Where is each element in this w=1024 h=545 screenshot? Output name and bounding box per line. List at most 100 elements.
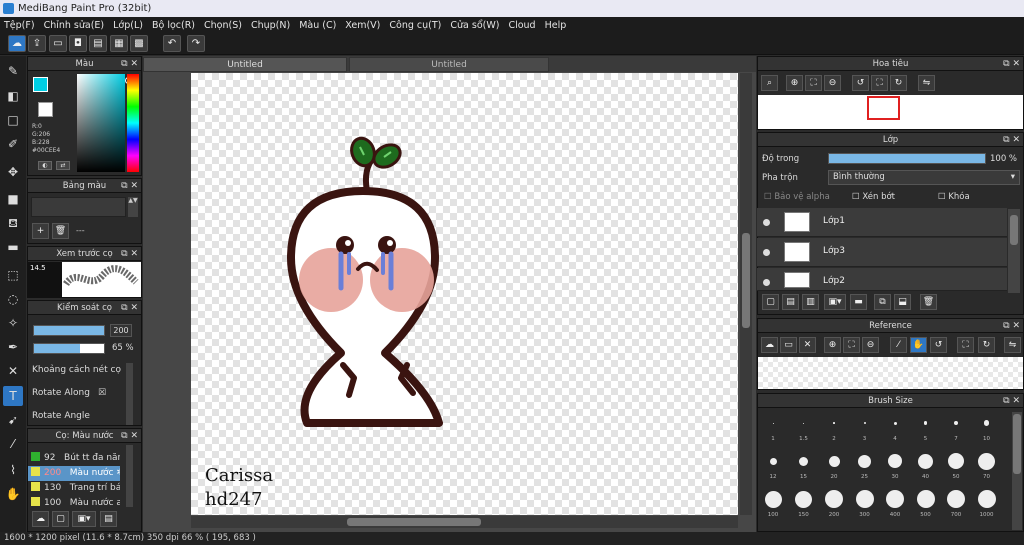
brush-size-value[interactable]: 200 xyxy=(110,324,132,337)
upload-icon[interactable]: ⇪ xyxy=(28,35,46,52)
blend-mode-select[interactable]: Bình thường ▾ xyxy=(828,170,1020,185)
pen-tool-icon[interactable]: ✐ xyxy=(3,134,23,154)
text-tool-icon[interactable]: T xyxy=(3,386,23,406)
brush-size-dot[interactable] xyxy=(948,453,964,469)
eyedropper-icon[interactable]: ⁄ xyxy=(890,337,907,353)
duplicate-layer-icon[interactable]: ⧉ xyxy=(874,294,891,310)
lock-checkbox[interactable]: ☐ Khóa xyxy=(938,192,970,202)
rotate-left-icon[interactable]: ↺ xyxy=(930,337,947,353)
cloud-brush-icon[interactable]: ☁ xyxy=(32,511,49,527)
rotate-left-icon[interactable]: ↺ xyxy=(852,75,869,91)
delete-layer-icon[interactable]: 🗑 xyxy=(920,294,937,310)
brush-settings-icon[interactable]: ▤ xyxy=(100,511,117,527)
saturation-value-picker[interactable] xyxy=(77,74,125,172)
brush-size-dot[interactable] xyxy=(978,452,995,470)
fit-icon[interactable]: ⛶ xyxy=(805,75,822,91)
close-icon[interactable]: ✕ xyxy=(799,337,816,353)
flip-icon[interactable]: ⇋ xyxy=(1004,337,1021,353)
clip-checkbox[interactable]: ☐ Xén bớt xyxy=(852,192,895,202)
panel-close-icon[interactable]: ⧉ ✕ xyxy=(1003,133,1020,147)
gradient-tool-icon[interactable]: ▬ xyxy=(3,237,23,257)
hue-slider[interactable] xyxy=(127,74,139,172)
move-tool-icon[interactable]: ✥ xyxy=(3,162,23,182)
navigator-preview[interactable] xyxy=(758,95,1023,129)
brush-item[interactable]: 92 Bút tt đa năn xyxy=(28,451,120,466)
brush-size-slider[interactable] xyxy=(33,325,105,336)
layer-opacity-slider[interactable] xyxy=(828,153,986,164)
brush-list-scrollbar[interactable] xyxy=(126,445,133,507)
panel-close-icon[interactable]: ⧉ ✕ xyxy=(121,301,138,315)
menu-cloud[interactable]: Cloud xyxy=(508,20,535,31)
brush-size-dot[interactable] xyxy=(833,422,835,424)
add-brush-icon[interactable]: ▣▾ xyxy=(72,511,96,527)
rect-tool-icon[interactable]: □ xyxy=(3,110,23,130)
brush-spacing-option[interactable]: Khoảng cách nét cọ xyxy=(32,365,121,375)
brush-size-dot[interactable] xyxy=(893,421,897,425)
foreground-color-swatch[interactable] xyxy=(33,77,48,92)
operation-tool-icon[interactable]: ➹ xyxy=(3,410,23,430)
menu-color[interactable]: Màu (C) xyxy=(299,20,336,31)
tiles-icon[interactable]: ▩ xyxy=(130,35,148,52)
menu-edit[interactable]: Chỉnh sửa(E) xyxy=(44,20,105,31)
menu-select[interactable]: Chọn(S) xyxy=(204,20,242,31)
rotate-right-icon[interactable]: ↻ xyxy=(978,337,995,353)
rotate-right-icon[interactable]: ↻ xyxy=(890,75,907,91)
vertical-scrollbar[interactable] xyxy=(740,73,752,515)
menu-layer[interactable]: Lớp(L) xyxy=(113,20,143,31)
undo-icon[interactable]: ↶ xyxy=(163,35,181,52)
menu-view[interactable]: Xem(V) xyxy=(345,20,380,31)
menu-tools[interactable]: Công cụ(T) xyxy=(389,20,441,31)
eraser-tool-icon[interactable]: ◧ xyxy=(3,86,23,106)
zoom-in-icon[interactable]: ⊕ xyxy=(786,75,803,91)
reference-canvas[interactable] xyxy=(758,357,1023,389)
brush-size-dot[interactable] xyxy=(863,422,866,424)
visibility-icon[interactable] xyxy=(763,219,770,226)
add-palette-icon[interactable]: + xyxy=(32,223,49,239)
fullscreen-icon[interactable]: ⛶ xyxy=(871,75,888,91)
brush-size-dot[interactable] xyxy=(947,490,965,508)
new-layer-icon[interactable]: ▢ xyxy=(762,294,779,310)
select-eraser-icon[interactable]: ✕ xyxy=(3,361,23,381)
horizontal-scroll-thumb[interactable] xyxy=(347,518,481,526)
fit-icon[interactable]: ⛶ xyxy=(843,337,860,353)
palette-scroll[interactable]: ▲▼ xyxy=(128,197,138,217)
document-icon[interactable]: ▤ xyxy=(89,35,107,52)
dropper-tool-icon[interactable]: ⁄ xyxy=(3,434,23,454)
brush-control-scrollbar[interactable] xyxy=(126,363,133,425)
select-tool-icon[interactable]: ⬚ xyxy=(3,265,23,285)
zoom-out-icon[interactable]: ⊖ xyxy=(824,75,841,91)
background-color-swatch[interactable] xyxy=(38,102,53,117)
navigator-viewport[interactable] xyxy=(867,96,900,120)
brush-size-dot[interactable] xyxy=(795,490,812,508)
brush-size-dot[interactable] xyxy=(916,490,935,508)
brush-size-dot[interactable] xyxy=(953,420,959,426)
hand-icon[interactable]: ✋ xyxy=(910,337,927,353)
cloud-icon[interactable]: ☁ xyxy=(761,337,778,353)
brush-size-dot[interactable] xyxy=(799,456,808,466)
brush-size-dot[interactable] xyxy=(855,490,874,508)
zoom-out-icon[interactable]: ⊖ xyxy=(862,337,879,353)
brush-size-dot[interactable] xyxy=(772,422,774,424)
comment-icon[interactable]: ▭ xyxy=(49,35,67,52)
brush-size-dot[interactable] xyxy=(764,490,782,508)
layer-list-scrollbar[interactable] xyxy=(1008,209,1020,293)
cloud-icon[interactable]: ☁ xyxy=(8,35,26,52)
add-layer-menu-icon[interactable]: ▣▾ xyxy=(824,294,846,310)
zoom-in-icon[interactable]: ⊕ xyxy=(824,337,841,353)
visibility-icon[interactable] xyxy=(763,249,770,256)
horizontal-scrollbar[interactable] xyxy=(191,516,738,528)
brush-opacity-slider[interactable] xyxy=(33,343,105,354)
brush-size-dot[interactable] xyxy=(828,455,840,467)
visibility-icon[interactable] xyxy=(763,279,770,286)
chat-icon[interactable]: ◘ xyxy=(69,35,87,52)
layer-row[interactable]: Lớp2 xyxy=(757,268,1007,291)
brush-item-selected[interactable]: 200 Màu nước ✲ xyxy=(28,466,120,481)
panel-close-icon[interactable]: ⧉ ✕ xyxy=(1003,57,1020,71)
bucket-tool-icon[interactable]: ⛾ xyxy=(3,213,23,233)
hand-tool-icon[interactable]: ✋ xyxy=(3,484,23,504)
brush-size-scrollbar[interactable] xyxy=(1012,412,1022,530)
brush-item[interactable]: 130 Trang trí bánh xyxy=(28,481,120,496)
brush-size-dot[interactable] xyxy=(769,457,777,465)
tab-untitled-1[interactable]: Untitled xyxy=(143,57,347,72)
eyedropper-icon[interactable]: ⌇ xyxy=(3,460,23,480)
